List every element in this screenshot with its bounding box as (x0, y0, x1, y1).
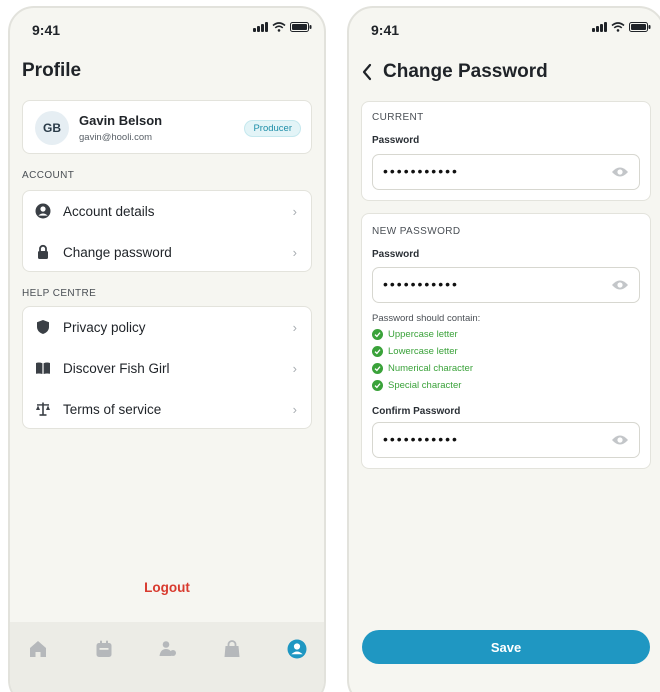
people-icon[interactable] (157, 638, 179, 660)
chevron-right-icon: › (292, 360, 297, 376)
password-hint: Password should contain: (372, 313, 481, 324)
signal-icon (592, 22, 607, 32)
current-password-label: Password (372, 135, 420, 146)
menu-item-label: Discover Fish Girl (63, 360, 170, 376)
wifi-icon (611, 22, 625, 32)
page-title: Change Password (383, 61, 548, 82)
chevron-right-icon: › (292, 203, 297, 219)
battery-icon (629, 22, 651, 32)
requirement-item: Uppercase letter (372, 329, 458, 340)
requirement-item: Numerical character (372, 363, 473, 374)
menu-item-account-details[interactable]: Account details › (23, 191, 311, 231)
menu-item-privacy-policy[interactable]: Privacy policy › (23, 307, 311, 347)
menu-item-discover-fish-girl[interactable]: Discover Fish Girl › (23, 348, 311, 388)
new-password-card: NEW PASSWORD Password ••••••••••• Passwo… (361, 213, 651, 469)
eye-icon[interactable] (611, 433, 629, 447)
wifi-icon (272, 22, 286, 32)
calendar-icon[interactable] (93, 638, 115, 660)
logout-button[interactable]: Logout (10, 580, 324, 595)
page-title: Profile (22, 60, 82, 81)
bag-icon[interactable] (221, 638, 243, 660)
eye-icon[interactable] (611, 165, 629, 179)
new-password-value: ••••••••••• (383, 276, 459, 292)
status-bar: 9:41 (349, 8, 660, 48)
status-time: 9:41 (371, 22, 400, 38)
back-chevron-icon[interactable] (361, 63, 373, 81)
battery-icon (290, 22, 312, 32)
menu-item-label: Privacy policy (63, 319, 146, 335)
check-icon (372, 329, 383, 340)
check-icon (372, 363, 383, 374)
requirement-label: Uppercase letter (388, 329, 458, 340)
user-name: Gavin Belson (79, 113, 163, 128)
current-password-card: CURRENT Password ••••••••••• (361, 101, 651, 201)
requirement-label: Numerical character (388, 363, 473, 374)
new-section-label: NEW PASSWORD (372, 226, 461, 237)
chevron-right-icon: › (292, 319, 297, 335)
new-password-field[interactable]: ••••••••••• (372, 267, 640, 303)
check-icon (372, 346, 383, 357)
chevron-right-icon: › (292, 401, 297, 417)
chevron-right-icon: › (292, 244, 297, 260)
save-button[interactable]: Save (362, 630, 650, 664)
help-section-label: HELP CENTRE (22, 288, 97, 299)
user-email: gavin@hooli.com (79, 132, 153, 143)
check-icon (372, 380, 383, 391)
signal-icon (253, 22, 268, 32)
confirm-password-label: Confirm Password (372, 406, 461, 417)
status-bar: 9:41 (10, 8, 324, 48)
menu-item-label: Terms of service (63, 401, 162, 417)
status-time: 9:41 (32, 22, 61, 38)
menu-item-label: Change password (63, 244, 172, 260)
book-icon (36, 362, 50, 374)
account-section-label: ACCOUNT (22, 170, 75, 181)
shield-icon (37, 320, 49, 334)
current-section-label: CURRENT (372, 112, 424, 123)
home-icon[interactable] (27, 638, 49, 660)
profile-screen: 9:41 Profile GB Gavin Belson gavin@hooli… (8, 6, 326, 692)
lock-icon (38, 244, 48, 259)
account-menu: Account details › Change password › (22, 190, 312, 272)
help-menu: Privacy policy › Discover Fish Girl › Te… (22, 306, 312, 429)
requirement-label: Lowercase letter (388, 346, 458, 357)
requirement-item: Special character (372, 380, 461, 391)
profile-icon[interactable] (286, 638, 308, 660)
avatar: GB (35, 111, 69, 145)
menu-item-change-password[interactable]: Change password › (23, 232, 311, 272)
header: Change Password (361, 61, 548, 83)
change-password-screen: 9:41 Change Password CURRENT Password ••… (347, 6, 660, 692)
status-icons (253, 22, 312, 32)
tab-bar (10, 622, 324, 692)
new-password-label: Password (372, 249, 420, 260)
current-password-value: ••••••••••• (383, 163, 459, 179)
eye-icon[interactable] (611, 278, 629, 292)
menu-item-terms-of-service[interactable]: Terms of service › (23, 389, 311, 429)
requirement-item: Lowercase letter (372, 346, 458, 357)
menu-item-label: Account details (63, 203, 155, 219)
current-password-field[interactable]: ••••••••••• (372, 154, 640, 190)
status-icons (592, 22, 651, 32)
confirm-password-value: ••••••••••• (383, 431, 459, 447)
confirm-password-field[interactable]: ••••••••••• (372, 422, 640, 458)
role-badge: Producer (244, 120, 301, 137)
user-card[interactable]: GB Gavin Belson gavin@hooli.com Producer (22, 100, 312, 154)
user-circle-icon (35, 203, 51, 219)
scales-icon (36, 402, 50, 416)
requirement-label: Special character (388, 380, 462, 391)
